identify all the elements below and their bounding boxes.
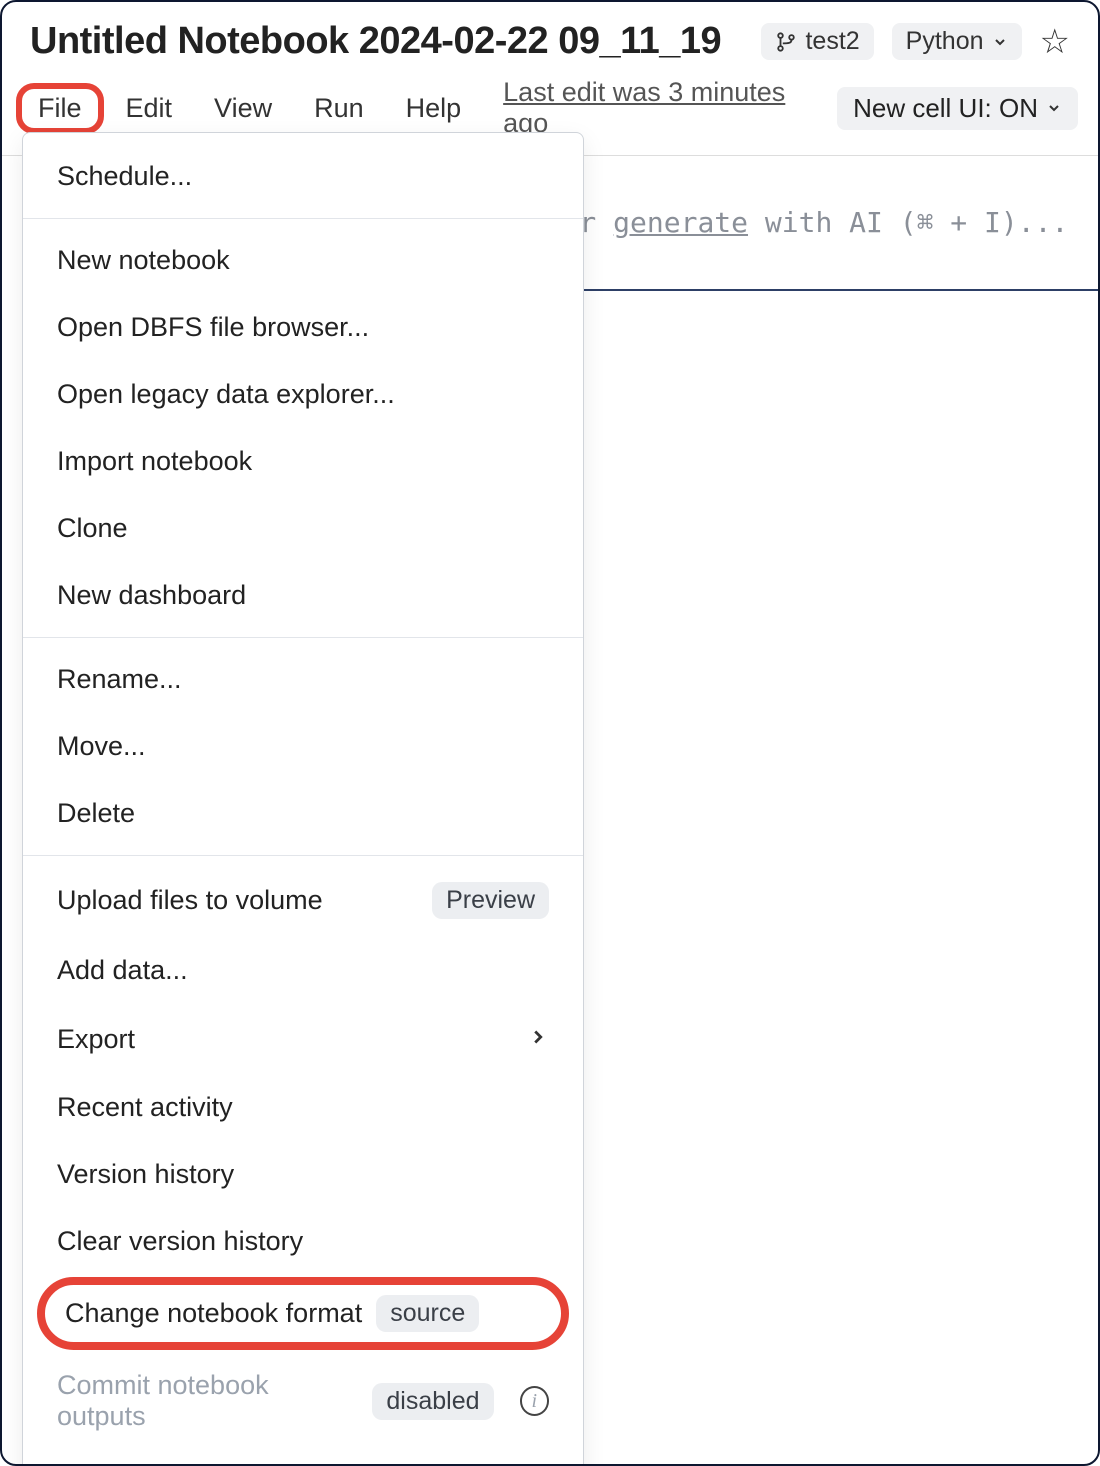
menu-separator	[23, 637, 583, 638]
menu-help[interactable]: Help	[386, 85, 482, 132]
file-open-dbfs[interactable]: Open DBFS file browser...	[23, 294, 583, 361]
chevron-right-icon	[527, 1022, 549, 1056]
favorite-star-icon[interactable]: ☆	[1040, 22, 1070, 62]
file-version-history[interactable]: Version history	[23, 1141, 583, 1208]
file-change-default-cell-language[interactable]: Change default cell language...	[23, 1450, 583, 1466]
chevron-down-icon	[1046, 100, 1062, 116]
file-export[interactable]: Export	[23, 1004, 583, 1074]
preview-badge: Preview	[432, 882, 549, 919]
branch-icon	[775, 31, 797, 53]
title-bar: Untitled Notebook 2024-02-22 09_11_19 te…	[2, 2, 1098, 63]
file-add-data[interactable]: Add data...	[23, 937, 583, 1004]
generate-link[interactable]: generate	[613, 206, 748, 239]
file-recent-activity[interactable]: Recent activity	[23, 1074, 583, 1141]
format-badge: source	[376, 1295, 479, 1332]
menu-file[interactable]: File	[16, 83, 104, 134]
new-cell-label: New cell UI: ON	[853, 93, 1038, 124]
menu-separator	[23, 218, 583, 219]
file-menu-dropdown: Schedule... New notebook Open DBFS file …	[22, 132, 584, 1466]
file-schedule[interactable]: Schedule...	[23, 143, 583, 210]
file-upload-to-volume[interactable]: Upload files to volume Preview	[23, 864, 583, 937]
file-open-legacy-explorer[interactable]: Open legacy data explorer...	[23, 361, 583, 428]
last-edit-link[interactable]: Last edit was 3 minutes ago	[503, 77, 835, 139]
file-change-notebook-format[interactable]: Change notebook format source	[37, 1277, 569, 1350]
menu-view[interactable]: View	[194, 85, 292, 132]
git-branch-pill[interactable]: test2	[761, 23, 873, 60]
file-delete[interactable]: Delete	[23, 780, 583, 847]
file-commit-notebook-outputs: Commit notebook outputs disabled i	[23, 1352, 583, 1450]
file-new-dashboard[interactable]: New dashboard	[23, 562, 583, 629]
kernel-label: Python	[906, 27, 984, 56]
disabled-badge: disabled	[372, 1383, 493, 1420]
kernel-selector[interactable]: Python	[892, 23, 1022, 60]
menu-separator	[23, 855, 583, 856]
file-new-notebook[interactable]: New notebook	[23, 227, 583, 294]
file-rename[interactable]: Rename...	[23, 646, 583, 713]
branch-name: test2	[805, 27, 859, 56]
new-cell-ui-toggle[interactable]: New cell UI: ON	[837, 87, 1078, 130]
menu-edit[interactable]: Edit	[106, 85, 193, 132]
file-clear-version-history[interactable]: Clear version history	[23, 1208, 583, 1275]
file-move[interactable]: Move...	[23, 713, 583, 780]
file-import-notebook[interactable]: Import notebook	[23, 428, 583, 495]
chevron-down-icon	[992, 34, 1008, 50]
menu-run[interactable]: Run	[294, 85, 384, 132]
file-clone[interactable]: Clone	[23, 495, 583, 562]
info-icon[interactable]: i	[520, 1386, 549, 1416]
notebook-title[interactable]: Untitled Notebook 2024-02-22 09_11_19	[30, 20, 743, 63]
